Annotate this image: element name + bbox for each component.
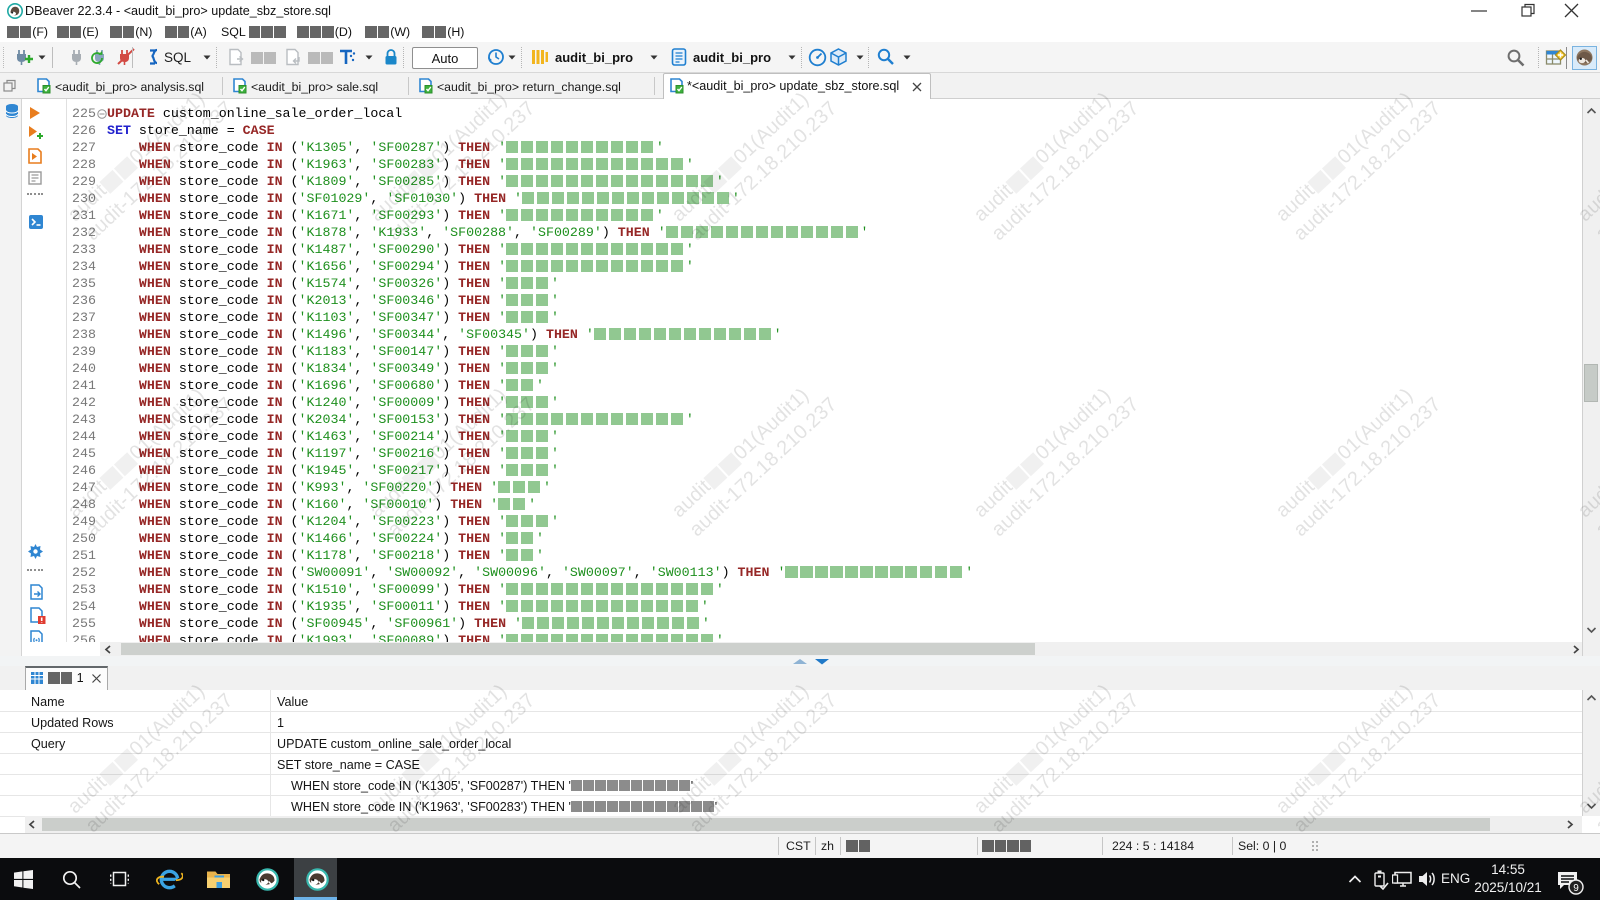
svg-text:9: 9 (1573, 883, 1579, 894)
